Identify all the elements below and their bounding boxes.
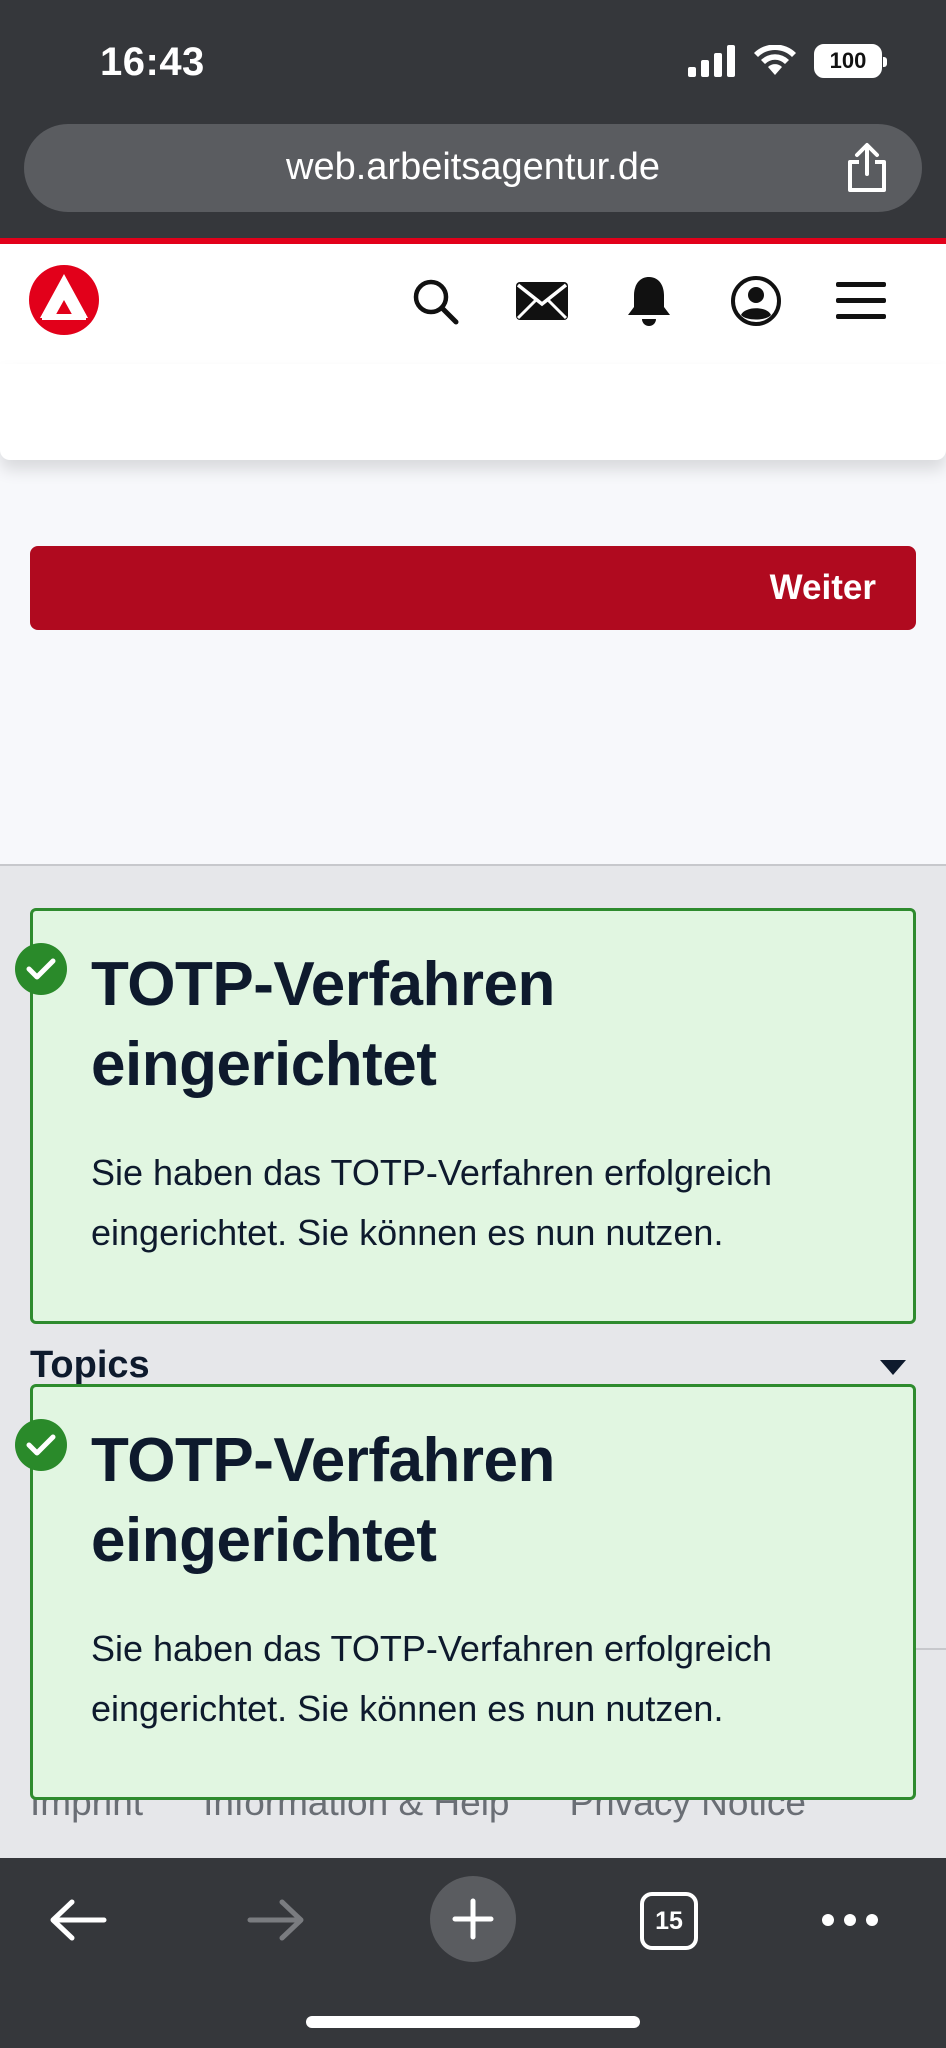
weiter-button[interactable]: Weiter xyxy=(30,546,916,630)
content-card xyxy=(0,364,946,460)
check-circle-icon xyxy=(15,1419,67,1471)
browser-top-bar: 16:43 100 web.arbeitsagentur.de xyxy=(0,0,946,238)
mail-icon[interactable] xyxy=(515,274,569,328)
check-circle-icon xyxy=(15,943,67,995)
toast-title: TOTP-Verfahren eingerichtet xyxy=(91,950,555,1099)
footer-topics-label[interactable]: Topics xyxy=(30,1344,150,1387)
search-icon[interactable] xyxy=(408,274,462,328)
home-indicator xyxy=(306,2016,640,2028)
forward-arrow-icon[interactable] xyxy=(244,1882,308,1958)
menu-icon[interactable] xyxy=(834,274,888,328)
chevron-down-icon[interactable] xyxy=(880,1360,906,1375)
back-arrow-icon[interactable] xyxy=(46,1882,110,1958)
tab-count-button[interactable]: 15 xyxy=(640,1892,698,1950)
toast-message: Sie haben das TOTP-Verfahren erfolgreich… xyxy=(91,1628,773,1729)
wifi-icon xyxy=(754,45,796,75)
more-options-icon[interactable] xyxy=(820,1882,880,1958)
status-time: 16:43 xyxy=(100,40,205,84)
new-tab-plus-icon[interactable] xyxy=(430,1876,516,1962)
status-icons: 100 xyxy=(688,44,887,78)
url-text[interactable]: web.arbeitsagentur.de xyxy=(24,146,922,189)
bell-icon[interactable] xyxy=(622,274,676,328)
account-icon[interactable] xyxy=(729,274,783,328)
url-bar[interactable]: web.arbeitsagentur.de xyxy=(24,124,922,212)
site-header xyxy=(0,244,946,364)
signal-icon xyxy=(688,45,735,77)
success-toast: TOTP-Verfahren eingerichtet Sie haben da… xyxy=(15,1384,916,1800)
success-toast: TOTP-Verfahren eingerichtet Sie haben da… xyxy=(15,908,916,1324)
share-icon[interactable] xyxy=(842,142,892,194)
toast-message: Sie haben das TOTP-Verfahren erfolgreich… xyxy=(91,1152,773,1253)
toast-title: TOTP-Verfahren eingerichtet xyxy=(91,1426,555,1575)
arbeitsagentur-logo[interactable] xyxy=(28,264,100,336)
battery-indicator: 100 xyxy=(814,44,887,78)
